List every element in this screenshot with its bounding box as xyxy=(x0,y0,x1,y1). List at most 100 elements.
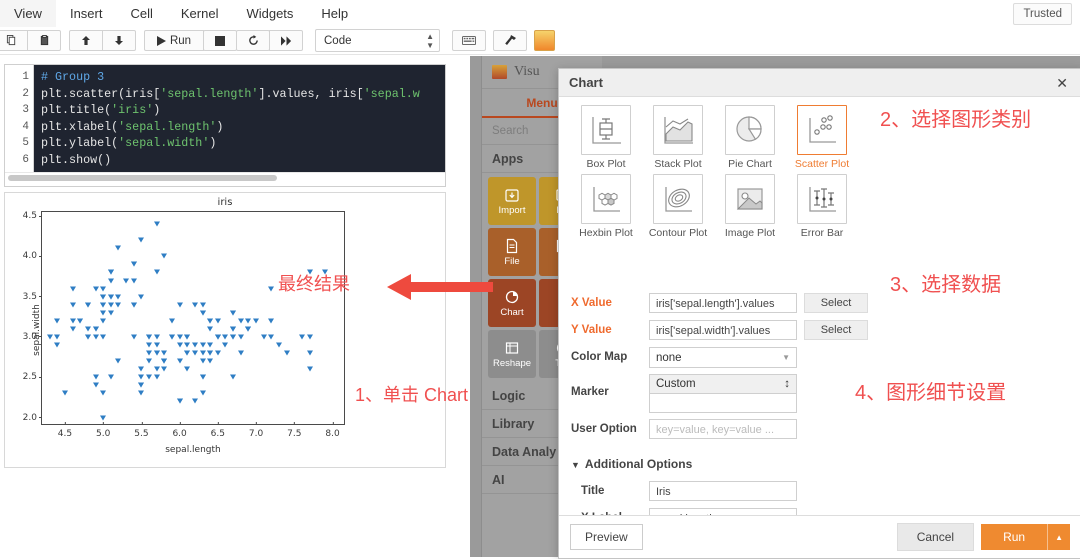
sidebar-tile-import[interactable]: Import xyxy=(488,177,536,225)
trusted-badge[interactable]: Trusted xyxy=(1013,3,1072,25)
scatter-marker xyxy=(199,310,206,316)
x-value-select-button[interactable]: Select xyxy=(804,293,868,313)
scatter-marker xyxy=(199,390,206,396)
marker-custom-input[interactable] xyxy=(649,394,797,413)
chart-type-stack-plot[interactable]: Stack Plot xyxy=(643,105,713,170)
scatter-marker xyxy=(100,334,107,340)
keyboard-icon[interactable] xyxy=(452,30,486,51)
y-axis-tick: 3.5 xyxy=(23,292,42,302)
triangle-down-icon: ▼ xyxy=(571,460,580,470)
plot-axes: 2.0 2.5 3.0 3.5 4.0 4.5 4.5 5.0 5.5 6.0 6.5 7.0 7.5 8… xyxy=(23,211,345,439)
line-number: 5 xyxy=(22,137,29,149)
visual-python-logo-text: Visu xyxy=(514,64,540,79)
xlabel-input[interactable]: sepal.length xyxy=(649,508,797,515)
scatter-marker xyxy=(100,390,107,396)
run-button[interactable]: Run xyxy=(144,30,204,51)
scatter-marker xyxy=(92,334,99,340)
marker-select[interactable]: Custom ↕ xyxy=(649,374,797,394)
cancel-button[interactable]: Cancel xyxy=(896,523,975,551)
hammer-icon[interactable] xyxy=(493,30,527,51)
menu-item-view[interactable]: View xyxy=(0,0,56,27)
scatter-marker xyxy=(100,294,107,300)
title-input[interactable]: Iris xyxy=(649,481,797,501)
caret-up-icon[interactable]: ▲ xyxy=(1047,524,1070,550)
chart-type-contour-plot[interactable]: Contour Plot xyxy=(643,174,713,239)
scatter-marker xyxy=(176,398,183,404)
scatter-marker xyxy=(100,318,107,324)
copy-icon[interactable] xyxy=(0,30,28,51)
code-editor[interactable]: 1 2 3 4 5 6 # Group 3 plt.scatter(iris['sepal.… xyxy=(5,65,445,172)
dialog-footer: Preview Cancel Run ▲ xyxy=(559,515,1080,558)
chart-type-box-plot[interactable]: Box Plot xyxy=(571,105,641,170)
code-horizontal-scrollbar[interactable] xyxy=(5,172,445,186)
sidebar-tile-reshape[interactable]: Reshape xyxy=(488,330,536,378)
user-option-input[interactable]: key=value, key=value ... xyxy=(649,419,797,439)
scatter-marker xyxy=(115,245,122,251)
additional-options-toggle[interactable]: ▼ Additional Options xyxy=(571,457,871,471)
cell-type-select[interactable]: Code ▲ ▼ xyxy=(315,29,440,52)
scatter-marker xyxy=(153,342,160,348)
sidebar-tile-chart[interactable]: Chart xyxy=(488,279,536,327)
chart-type-pie-chart[interactable]: Pie Chart xyxy=(715,105,785,170)
code-text[interactable]: # Group 3 plt.scatter(iris['sepal.length'… xyxy=(34,65,445,172)
scatter-marker xyxy=(230,334,237,340)
fast-forward-icon[interactable] xyxy=(269,30,303,51)
y-value-select-button[interactable]: Select xyxy=(804,320,868,340)
chevron-down-icon: ▼ xyxy=(782,353,790,362)
x-axis-tick: 5.5 xyxy=(134,422,149,439)
y-value-row: Y Value iris['sepal.width'].values Selec… xyxy=(571,320,871,341)
scatter-marker xyxy=(207,326,214,332)
additional-options-form: Title Iris X Label sepal.length xyxy=(581,481,881,515)
chart-type-label: Scatter Plot xyxy=(794,158,850,170)
menu-item-help[interactable]: Help xyxy=(307,0,362,27)
close-icon[interactable]: ✕ xyxy=(1053,74,1071,92)
scatter-marker xyxy=(207,318,214,324)
run-button-label: Run xyxy=(169,34,192,47)
line-number: 1 xyxy=(22,71,29,83)
chart-type-label: Box Plot xyxy=(586,158,626,170)
scatter-marker xyxy=(123,278,130,284)
annotation-result: 最终结果 xyxy=(278,274,350,294)
x-axis-tick: 6.0 xyxy=(172,422,187,439)
scatter-marker xyxy=(161,253,168,259)
stop-icon[interactable] xyxy=(203,30,237,51)
chart-type-label: Pie Chart xyxy=(728,158,772,170)
y-axis-tick: 3.0 xyxy=(23,332,42,342)
run-button-dialog[interactable]: Run ▲ xyxy=(981,524,1070,550)
scatter-marker xyxy=(92,326,99,332)
y-axis-tick: 2.5 xyxy=(23,372,42,382)
x-value-input[interactable]: iris['sepal.length'].values xyxy=(649,293,797,313)
code-cell[interactable]: 1 2 3 4 5 6 # Group 3 plt.scatter(iris['sepal.… xyxy=(4,64,446,187)
scatter-marker xyxy=(77,318,84,324)
menu-item-kernel[interactable]: Kernel xyxy=(167,0,233,27)
arrow-down-icon[interactable] xyxy=(102,30,136,51)
box-plot-icon xyxy=(581,105,631,155)
reshape-icon xyxy=(504,340,520,356)
chart-type-hexbin-plot[interactable]: Hexbin Plot xyxy=(571,174,641,239)
scatter-marker xyxy=(115,358,122,364)
scatter-marker xyxy=(161,366,168,372)
scatter-marker xyxy=(199,342,206,348)
menu-item-insert[interactable]: Insert xyxy=(56,0,117,27)
additional-options-label: Additional Options xyxy=(584,457,693,471)
scatter-marker xyxy=(176,358,183,364)
preview-button[interactable]: Preview xyxy=(570,524,643,550)
visual-python-icon[interactable] xyxy=(534,30,555,51)
scatter-marker xyxy=(146,350,153,356)
user-option-row: User Option key=value, key=value ... xyxy=(571,419,871,440)
scatter-marker xyxy=(184,334,191,340)
restart-icon[interactable] xyxy=(236,30,270,51)
chart-type-image-plot[interactable]: Image Plot xyxy=(715,174,785,239)
arrow-up-icon[interactable] xyxy=(69,30,103,51)
chart-type-error-bar[interactable]: Error Bar xyxy=(787,174,857,239)
paste-icon[interactable] xyxy=(27,30,61,51)
color-map-select[interactable]: none ▼ xyxy=(649,347,797,368)
contour-plot-icon xyxy=(653,174,703,224)
chart-type-scatter-plot[interactable]: Scatter Plot xyxy=(787,105,857,170)
scatter-marker xyxy=(199,350,206,356)
sidebar-tile-file[interactable]: File xyxy=(488,228,536,276)
menu-item-widgets[interactable]: Widgets xyxy=(232,0,307,27)
scatter-plot-icon xyxy=(797,105,847,155)
y-value-input[interactable]: iris['sepal.width'].values xyxy=(649,320,797,340)
menu-item-cell[interactable]: Cell xyxy=(116,0,166,27)
